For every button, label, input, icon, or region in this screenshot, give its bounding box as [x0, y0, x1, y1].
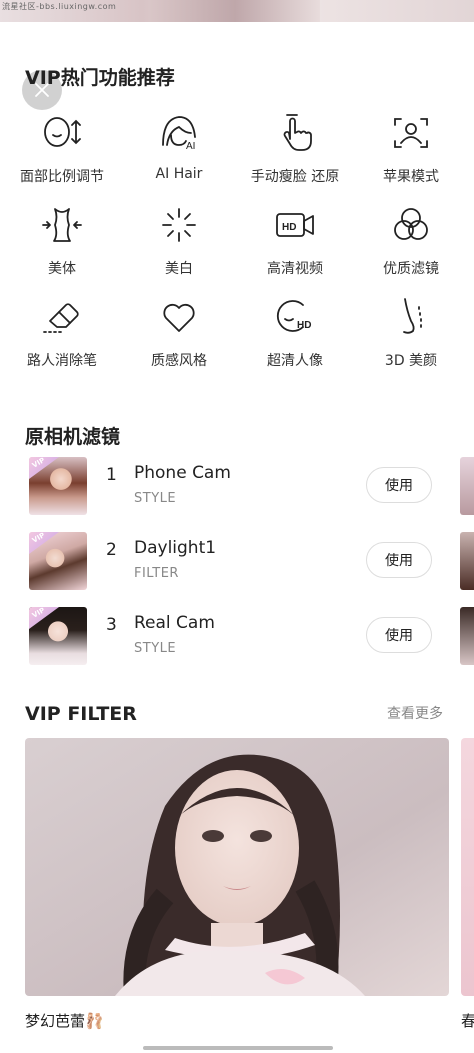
list-item[interactable]: VIP 1 Phone Cam STYLE 使用	[0, 457, 474, 517]
feature-label: 面部比例调节	[20, 169, 104, 185]
filter-thumbnail: VIP	[29, 607, 87, 665]
ai-hair-icon: AI	[156, 110, 202, 156]
feature-hd-video[interactable]: HD 高清视频	[236, 202, 354, 282]
filter-rank: 3	[106, 615, 117, 635]
feature-label: 苹果模式	[383, 169, 439, 185]
vip-tag: VIP	[29, 457, 59, 479]
premium-filter-icon	[388, 202, 434, 248]
feature-label: 质感风格	[151, 353, 207, 369]
feature-premium-filter[interactable]: 优质滤镜	[352, 202, 470, 282]
vip-features-title: VIP热门功能推荐	[25, 67, 175, 89]
heart-texture-icon	[156, 294, 202, 340]
feature-label: AI Hair	[155, 166, 203, 182]
vip-tag: VIP	[29, 532, 59, 554]
card-label: 春	[461, 1012, 474, 1030]
feature-label: 路人消除笔	[27, 353, 97, 369]
vip-filter-card[interactable]	[25, 738, 449, 996]
svg-text:HD: HD	[282, 222, 296, 233]
3d-nose-icon	[388, 294, 434, 340]
use-button[interactable]: 使用	[366, 617, 432, 653]
hd-portrait-icon: HD	[272, 294, 318, 340]
feature-body[interactable]: 美体	[3, 202, 121, 282]
apple-mode-icon	[388, 110, 434, 156]
filter-thumbnail: VIP	[29, 532, 87, 590]
body-shape-icon	[39, 202, 85, 248]
camera-filters-title: 原相机滤镜	[25, 426, 121, 448]
feature-label: 美白	[165, 261, 193, 277]
svg-text:HD: HD	[297, 320, 311, 331]
eraser-icon	[39, 294, 85, 340]
feature-label: 超清人像	[267, 353, 323, 369]
hd-video-icon: HD	[272, 202, 318, 248]
list-item[interactable]: VIP 2 Daylight1 FILTER 使用	[0, 532, 474, 592]
whitening-icon	[156, 202, 202, 248]
filter-name: Daylight1	[134, 538, 217, 558]
home-indicator[interactable]	[143, 1046, 333, 1050]
face-ratio-icon	[39, 110, 85, 156]
peek-thumbnail	[460, 457, 474, 515]
filter-type: STYLE	[134, 491, 177, 506]
filter-type: STYLE	[134, 641, 177, 656]
feature-whitening[interactable]: 美白	[120, 202, 238, 282]
feature-hd-portrait[interactable]: HD 超清人像	[236, 294, 354, 374]
feature-eraser[interactable]: 路人消除笔	[3, 294, 121, 374]
banner-photo	[150, 0, 320, 22]
feature-label: 3D 美颜	[384, 353, 438, 369]
feature-ai-hair[interactable]: AI AI Hair	[120, 110, 238, 190]
filter-name: Phone Cam	[134, 463, 231, 483]
feature-face-ratio[interactable]: 面部比例调节	[3, 110, 121, 190]
feature-texture[interactable]: 质感风格	[120, 294, 238, 374]
filter-thumbnail: VIP	[29, 457, 87, 515]
top-banner: 流星社区-bbs.liuxingw.com	[0, 0, 474, 22]
filter-type: FILTER	[134, 566, 179, 581]
manual-slim-face-icon	[272, 110, 318, 156]
feature-3d-beauty[interactable]: 3D 美颜	[352, 294, 470, 374]
list-item[interactable]: VIP 3 Real Cam STYLE 使用	[0, 607, 474, 667]
feature-label: 优质滤镜	[383, 261, 439, 277]
vip-filter-card-peek[interactable]	[461, 738, 474, 996]
vip-filter-title: VIP FILTER	[25, 703, 137, 725]
filter-rank: 1	[106, 465, 117, 485]
filter-preview-image	[25, 738, 449, 996]
feature-apple-mode[interactable]: 苹果模式	[352, 110, 470, 190]
card-label: 梦幻芭蕾🩰	[25, 1012, 104, 1030]
filter-rank: 2	[106, 540, 117, 560]
peek-thumbnail	[460, 607, 474, 665]
use-button[interactable]: 使用	[366, 467, 432, 503]
feature-label: 美体	[48, 261, 76, 277]
use-button[interactable]: 使用	[366, 542, 432, 578]
feature-label: 高清视频	[267, 261, 323, 277]
feature-label: 手动瘦脸 还原	[250, 169, 340, 185]
watermark: 流星社区-bbs.liuxingw.com	[2, 2, 117, 11]
svg-text:AI: AI	[186, 141, 195, 152]
feature-manual-slim[interactable]: 手动瘦脸 还原	[236, 110, 354, 190]
view-more-link[interactable]: 查看更多	[387, 703, 443, 723]
filter-name: Real Cam	[134, 613, 215, 633]
peek-thumbnail	[460, 532, 474, 590]
vip-tag: VIP	[29, 607, 59, 629]
